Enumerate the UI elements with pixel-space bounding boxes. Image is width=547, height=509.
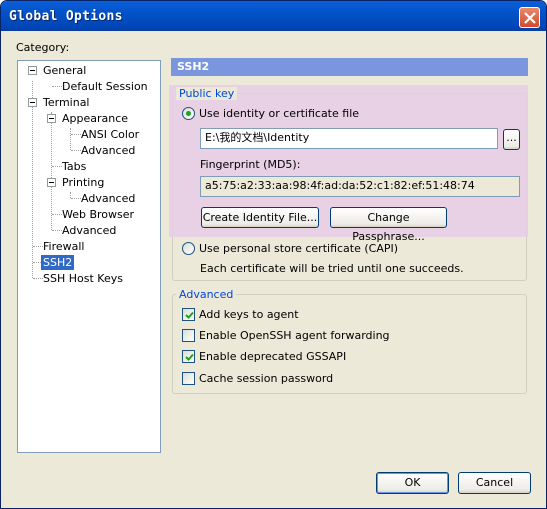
- cache-password-label[interactable]: Cache session password: [199, 372, 333, 385]
- tree-item-appearance-advanced[interactable]: Advanced: [81, 143, 135, 158]
- tree-item-ansi-color[interactable]: ANSI Color: [81, 127, 139, 142]
- tree-item-ssh-host-keys[interactable]: SSH Host Keys: [43, 271, 123, 286]
- close-icon: [524, 12, 536, 24]
- window-title: Global Options: [9, 9, 123, 24]
- public-key-title: Public key: [176, 87, 238, 100]
- identity-file-input[interactable]: E:\我的文档\Identity: [200, 128, 498, 149]
- use-identity-radio[interactable]: [182, 107, 195, 120]
- change-passphrase-button[interactable]: Change Passphrase...: [330, 207, 447, 243]
- tree-item-general[interactable]: General: [43, 63, 86, 78]
- tree-item-tabs[interactable]: Tabs: [62, 159, 86, 174]
- checkmark-icon: [185, 353, 194, 361]
- panel-header: SSH2: [171, 58, 528, 76]
- tree-item-printing[interactable]: Printing: [62, 175, 104, 190]
- category-label: Category:: [16, 41, 70, 54]
- terminal-collapse-toggle[interactable]: [28, 98, 37, 107]
- tree-item-terminal-advanced[interactable]: Advanced: [62, 223, 116, 238]
- tree-item-web-browser[interactable]: Web Browser: [62, 207, 134, 222]
- browse-button[interactable]: ...: [503, 129, 520, 150]
- cache-password-checkbox[interactable]: [182, 372, 195, 385]
- use-capi-radio[interactable]: [182, 242, 195, 255]
- capi-note: Each certificate will be tried until one…: [200, 262, 464, 275]
- advanced-title: Advanced: [176, 288, 237, 301]
- fingerprint-label: Fingerprint (MD5):: [200, 158, 301, 171]
- add-keys-label[interactable]: Add keys to agent: [199, 308, 299, 321]
- tree-item-firewall[interactable]: Firewall: [43, 239, 84, 254]
- tree-item-ssh2[interactable]: SSH2: [41, 255, 75, 270]
- ok-button[interactable]: OK: [376, 472, 449, 494]
- category-tree[interactable]: General Default Session Terminal Appeara…: [17, 60, 161, 453]
- cancel-button[interactable]: Cancel: [458, 472, 531, 494]
- deprecated-gssapi-label[interactable]: Enable deprecated GSSAPI: [199, 350, 346, 363]
- tree-item-appearance[interactable]: Appearance: [62, 111, 128, 126]
- global-options-window: Global Options Category: General Default…: [0, 0, 547, 509]
- checkmark-icon: [185, 311, 194, 319]
- use-capi-label[interactable]: Use personal store certificate (CAPI): [199, 242, 398, 255]
- openssh-forwarding-checkbox[interactable]: [182, 329, 195, 342]
- use-identity-label[interactable]: Use identity or certificate file: [199, 107, 359, 120]
- tree-item-terminal[interactable]: Terminal: [43, 95, 90, 110]
- fingerprint-field: a5:75:a2:33:aa:98:4f:ad:da:52:c1:82:ef:5…: [200, 176, 520, 197]
- close-button[interactable]: [519, 7, 540, 28]
- tree-item-printing-advanced[interactable]: Advanced: [81, 191, 135, 206]
- deprecated-gssapi-checkbox[interactable]: [182, 350, 195, 363]
- appearance-collapse-toggle[interactable]: [47, 114, 56, 123]
- title-bar[interactable]: Global Options: [1, 1, 546, 31]
- tree-item-default-session[interactable]: Default Session: [62, 79, 148, 94]
- openssh-forwarding-label[interactable]: Enable OpenSSH agent forwarding: [199, 329, 390, 342]
- printing-collapse-toggle[interactable]: [47, 178, 56, 187]
- create-identity-button[interactable]: Create Identity File...: [201, 207, 319, 228]
- general-collapse-toggle[interactable]: [28, 66, 37, 75]
- add-keys-checkbox[interactable]: [182, 308, 195, 321]
